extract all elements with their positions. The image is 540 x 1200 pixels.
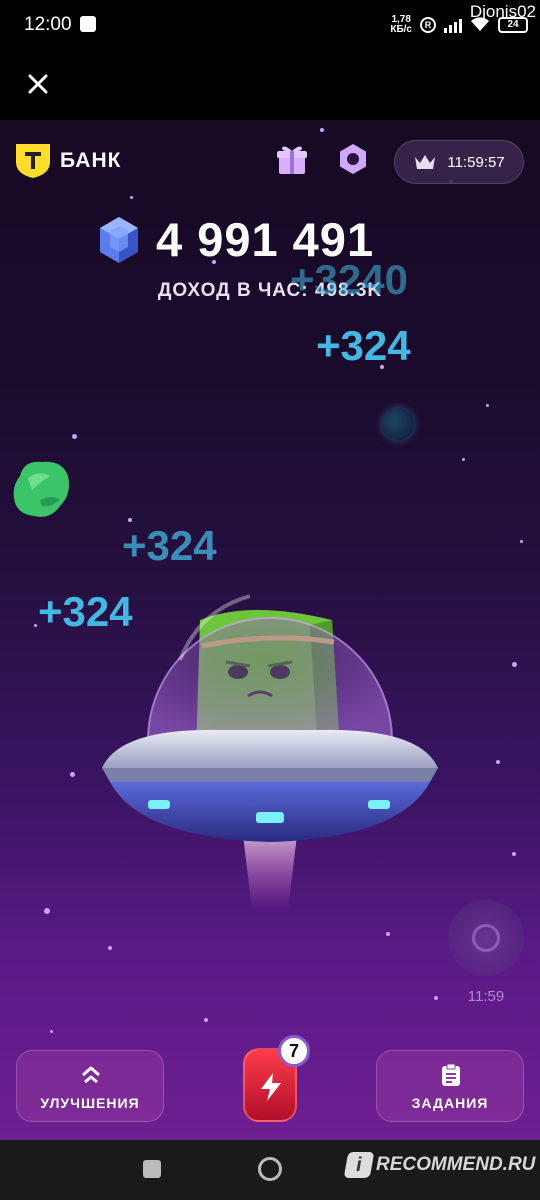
star xyxy=(496,760,500,764)
star xyxy=(204,1018,208,1022)
star xyxy=(34,624,37,627)
star xyxy=(320,128,324,132)
signal-icon xyxy=(444,17,462,33)
star xyxy=(70,772,75,777)
close-icon[interactable] xyxy=(22,68,54,100)
star xyxy=(50,1030,53,1033)
ufo-character[interactable] xyxy=(100,550,440,930)
star xyxy=(44,908,50,914)
username-overlay: Djonis02 xyxy=(469,2,536,21)
clipboard-icon xyxy=(442,1063,460,1086)
star xyxy=(520,540,523,543)
system-nav-bar: i RECOMMEND.RU xyxy=(0,1140,540,1200)
settings-icon[interactable] xyxy=(336,142,370,176)
star xyxy=(108,946,112,950)
tasks-label: ЗАДАНИЯ xyxy=(411,1095,489,1111)
star xyxy=(512,852,516,856)
status-bar: 12:00 1,78 КБ/с R 24 Djonis02 xyxy=(0,0,540,50)
watermark: i RECOMMEND.RU xyxy=(343,1152,536,1178)
star xyxy=(434,996,438,1000)
star xyxy=(462,458,465,461)
star xyxy=(386,932,390,936)
tasks-button[interactable]: ЗАДАНИЯ xyxy=(376,1050,524,1122)
bank-shield-icon xyxy=(16,144,50,178)
app-notification-icon xyxy=(80,16,96,32)
chevrons-up-icon xyxy=(82,1066,100,1084)
network-speed: 1,78 КБ/с xyxy=(390,14,412,35)
upgrades-button[interactable]: УЛУЧШЕНИЯ xyxy=(16,1050,164,1122)
r-badge-icon: R xyxy=(420,17,436,33)
home-icon[interactable] xyxy=(258,1157,282,1181)
gift-icon[interactable] xyxy=(274,142,310,178)
upgrades-label: УЛУЧШЕНИЯ xyxy=(40,1095,140,1111)
floating-reward: +324 xyxy=(316,322,411,369)
bank-name: БАНК xyxy=(60,149,122,172)
watermark-logo: i xyxy=(343,1152,375,1178)
watermark-text: RECOMMEND.RU xyxy=(376,1154,536,1175)
top-bar xyxy=(0,50,540,120)
lightning-icon xyxy=(261,1073,281,1101)
radar-timer: 11:59 xyxy=(467,988,505,1005)
recents-icon[interactable] xyxy=(143,1160,161,1178)
status-time: 12:00 xyxy=(24,14,72,35)
leaderboard-timer-button[interactable]: 11:59:57 xyxy=(394,140,524,184)
star xyxy=(72,434,77,439)
game-screen[interactable]: БАНК 11:59:57 4 991 491 ДОХОД В ЧАС: 498… xyxy=(0,120,540,1140)
bank-logo: БАНК xyxy=(14,142,121,180)
radar-icon xyxy=(472,924,500,952)
star xyxy=(512,662,517,667)
timer-text: 11:59:57 xyxy=(447,153,505,171)
star xyxy=(486,404,489,407)
income-per-hour: ДОХОД В ЧАС: 498.3K xyxy=(157,280,383,301)
crown-icon xyxy=(415,155,436,169)
boost-count-badge: 7 xyxy=(278,1035,310,1067)
planet xyxy=(382,408,414,440)
crystal-icon xyxy=(100,216,138,263)
green-asteroid xyxy=(13,461,70,517)
radar-button[interactable] xyxy=(448,900,524,976)
floating-reward: +3240 xyxy=(290,256,408,303)
star xyxy=(130,196,133,199)
